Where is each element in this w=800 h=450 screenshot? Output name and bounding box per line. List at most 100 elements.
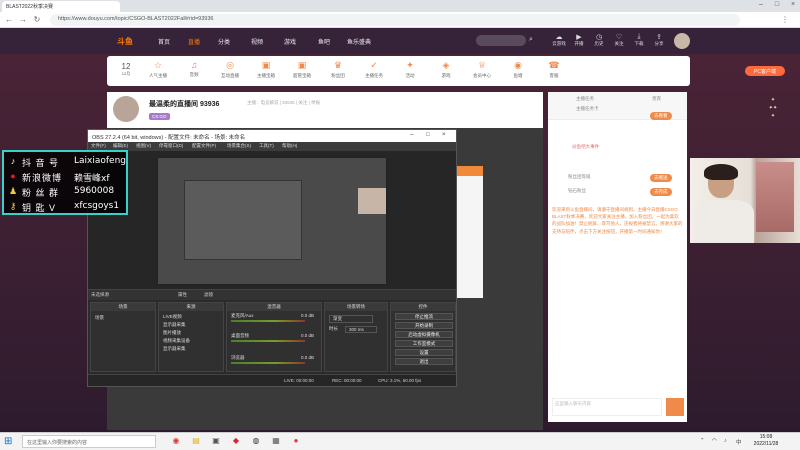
source-item[interactable]: 显示器采集 <box>163 346 186 352</box>
app-icon[interactable]: ▣ <box>210 436 222 448</box>
clock[interactable]: 15:08 2022/11/28 <box>748 434 784 448</box>
category-item[interactable]: ◎ 互动直播 <box>215 60 245 79</box>
category-item[interactable]: ✓ 主播任务 <box>359 60 389 79</box>
stop-streaming-button[interactable]: 停止推流 <box>395 313 453 320</box>
category-item[interactable]: ◉ 鱼塘 <box>503 60 533 79</box>
category-item[interactable]: ♛ 粉丝团 <box>323 60 353 79</box>
nav-item[interactable]: 鱼吧 <box>318 37 330 46</box>
chat-header-label[interactable]: 主播任务卡 <box>576 106 599 112</box>
nav-item[interactable]: 视频 <box>251 37 263 46</box>
tray-up-icon[interactable]: ⌃ <box>700 438 705 444</box>
stream-header: 最温柔的直播间 93936 主播：电竞解说 | 93936 | 关注 | 举报 … <box>107 92 543 128</box>
obs-menu-item[interactable]: 场景集合(S) <box>227 143 251 149</box>
category-item[interactable]: ▣ 主播宝箱 <box>251 60 281 79</box>
filters-button[interactable]: 滤镜 <box>204 292 213 298</box>
maximize-icon[interactable]: □ <box>770 1 784 8</box>
browser-tab[interactable]: BLAST2022秋季决赛 <box>2 1 120 12</box>
category-item[interactable]: ✦ 活动 <box>395 60 425 79</box>
nav-item[interactable]: 分类 <box>218 37 230 46</box>
obs-menu-item[interactable]: 工具(T) <box>259 143 274 149</box>
reload-icon[interactable]: ↻ <box>32 15 42 24</box>
settings-button[interactable]: 设置 <box>395 349 453 356</box>
exit-button[interactable]: 退出 <box>395 358 453 365</box>
duration-input[interactable]: 300 ms <box>345 326 377 333</box>
chat-pill-button[interactable]: 去赠送 <box>650 174 672 182</box>
category-item[interactable]: ♕ 会员中心 <box>467 60 497 79</box>
app-icon[interactable]: ▦ <box>270 436 282 448</box>
minimize-icon[interactable]: – <box>410 132 413 138</box>
folder-icon[interactable]: ▤ <box>190 436 202 448</box>
transition-select[interactable]: 渐变 <box>329 315 373 323</box>
sources-dock: 来源 LIVE视频 显示器采集 图片播放 视频采集设备 显示器采集 <box>158 302 224 372</box>
pc-client-button[interactable]: PC客户端 <box>745 66 785 76</box>
source-item[interactable]: 图片播放 <box>163 330 181 336</box>
close-icon[interactable]: × <box>786 1 800 8</box>
volume-icon[interactable]: ♪ <box>724 438 727 444</box>
menu-icon[interactable]: ⋮ <box>780 15 790 24</box>
chat-header-label[interactable]: 贵宾 <box>652 96 661 102</box>
start-recording-button[interactable]: 开始录制 <box>395 322 453 329</box>
nav-item[interactable]: 鱼乐盛典 <box>347 37 371 46</box>
maximize-icon[interactable]: □ <box>426 132 430 138</box>
cloud-game-icon[interactable]: ☁ 云游戏 <box>550 33 568 47</box>
nav-item[interactable]: 游戏 <box>284 37 296 46</box>
info-row: ● 新浪微博 赖雪峰xf <box>8 169 128 184</box>
popup-dialog[interactable] <box>457 166 483 298</box>
mixer-db: 0.0 dB <box>301 355 315 360</box>
forward-icon[interactable]: → <box>18 15 28 24</box>
source-item[interactable]: 显示器采集 <box>163 322 186 328</box>
taskbar-search[interactable]: 在这里输入你要搜索的内容 <box>22 435 156 448</box>
broadcast-icon[interactable]: ▶ 开播 <box>570 33 588 47</box>
download-icon[interactable]: ⤓ 下载 <box>630 33 648 47</box>
follow-icon[interactable]: ♡ 关注 <box>610 33 628 47</box>
obs-menu-item[interactable]: 编辑(E) <box>113 143 128 149</box>
stream-tag[interactable]: CS:GO <box>149 113 170 120</box>
dock-title: 混音器 <box>227 303 321 311</box>
obs-menu-item[interactable]: 停靠窗口(D) <box>159 143 183 149</box>
app-icon[interactable]: ● <box>290 436 302 448</box>
chat-header-label[interactable]: 主播任务 <box>576 96 594 102</box>
source-item[interactable]: LIVE视频 <box>163 314 182 320</box>
minimize-icon[interactable]: – <box>754 1 768 8</box>
network-icon[interactable]: ◠ <box>712 438 717 444</box>
category-item[interactable]: ♫ 音频 <box>179 60 209 78</box>
nav-item[interactable]: 首页 <box>158 37 170 46</box>
category-item[interactable]: ☆ 人气主播 <box>143 60 173 79</box>
obs-preview[interactable] <box>88 151 456 289</box>
obs-status-bar: LIVE: 00:00:00 REC: 00:00:00 CPU: 3.1%, … <box>88 374 456 386</box>
back-icon[interactable]: ← <box>4 15 14 24</box>
search-input[interactable] <box>476 35 526 46</box>
chat-pill-button[interactable]: 去完成 <box>650 188 672 196</box>
obs-menu-item[interactable]: 文件(F) <box>91 143 106 149</box>
app-icon[interactable]: ◆ <box>230 436 242 448</box>
scene-item[interactable]: 场景 <box>95 315 104 321</box>
studio-mode-button[interactable]: 工作室模式 <box>395 340 453 347</box>
chat-notice[interactable]: @鱼吧大事件 <box>572 144 599 150</box>
category-item[interactable]: ☎ 客服 <box>539 60 569 79</box>
virtual-camera-button[interactable]: 启动虚拟摄像机 <box>395 331 453 338</box>
category-item[interactable]: ◈ 游戏 <box>431 60 461 79</box>
properties-button[interactable]: 属性 <box>178 292 187 298</box>
obs-icon[interactable]: ◍ <box>250 436 262 448</box>
streamer-avatar[interactable] <box>113 96 139 122</box>
nav-item-active[interactable]: 直播 <box>188 37 200 46</box>
search-icon[interactable]: ⌕ <box>529 36 533 44</box>
chrome-icon[interactable]: ◉ <box>170 436 182 448</box>
obs-menu-item[interactable]: 配置文件(P) <box>192 143 216 149</box>
category-item[interactable]: ▣ 超管宝箱 <box>287 60 317 79</box>
obs-menu-item[interactable]: 视图(V) <box>136 143 151 149</box>
obs-menu-item[interactable]: 帮助(H) <box>282 143 297 149</box>
site-logo[interactable]: 斗鱼 <box>117 36 133 47</box>
chat-input[interactable]: 这里输入聊天内容 <box>552 398 662 416</box>
ime-icon[interactable]: 中 <box>736 438 742 446</box>
url-input[interactable]: https://www.douyu.com/topic/CSGO-BLAST20… <box>50 14 740 26</box>
close-icon[interactable]: × <box>442 132 446 138</box>
chat-pill-button[interactable]: 去看看 <box>650 112 672 120</box>
share-icon[interactable]: ⇪ 分享 <box>650 33 668 47</box>
live-status: LIVE: 00:00:00 <box>284 378 314 383</box>
source-item[interactable]: 视频采集设备 <box>163 338 190 344</box>
user-avatar[interactable] <box>674 33 690 49</box>
windows-start-icon[interactable]: ⊞ <box>4 436 12 447</box>
send-button[interactable] <box>666 398 684 416</box>
history-icon[interactable]: ◷ 历史 <box>590 33 608 47</box>
